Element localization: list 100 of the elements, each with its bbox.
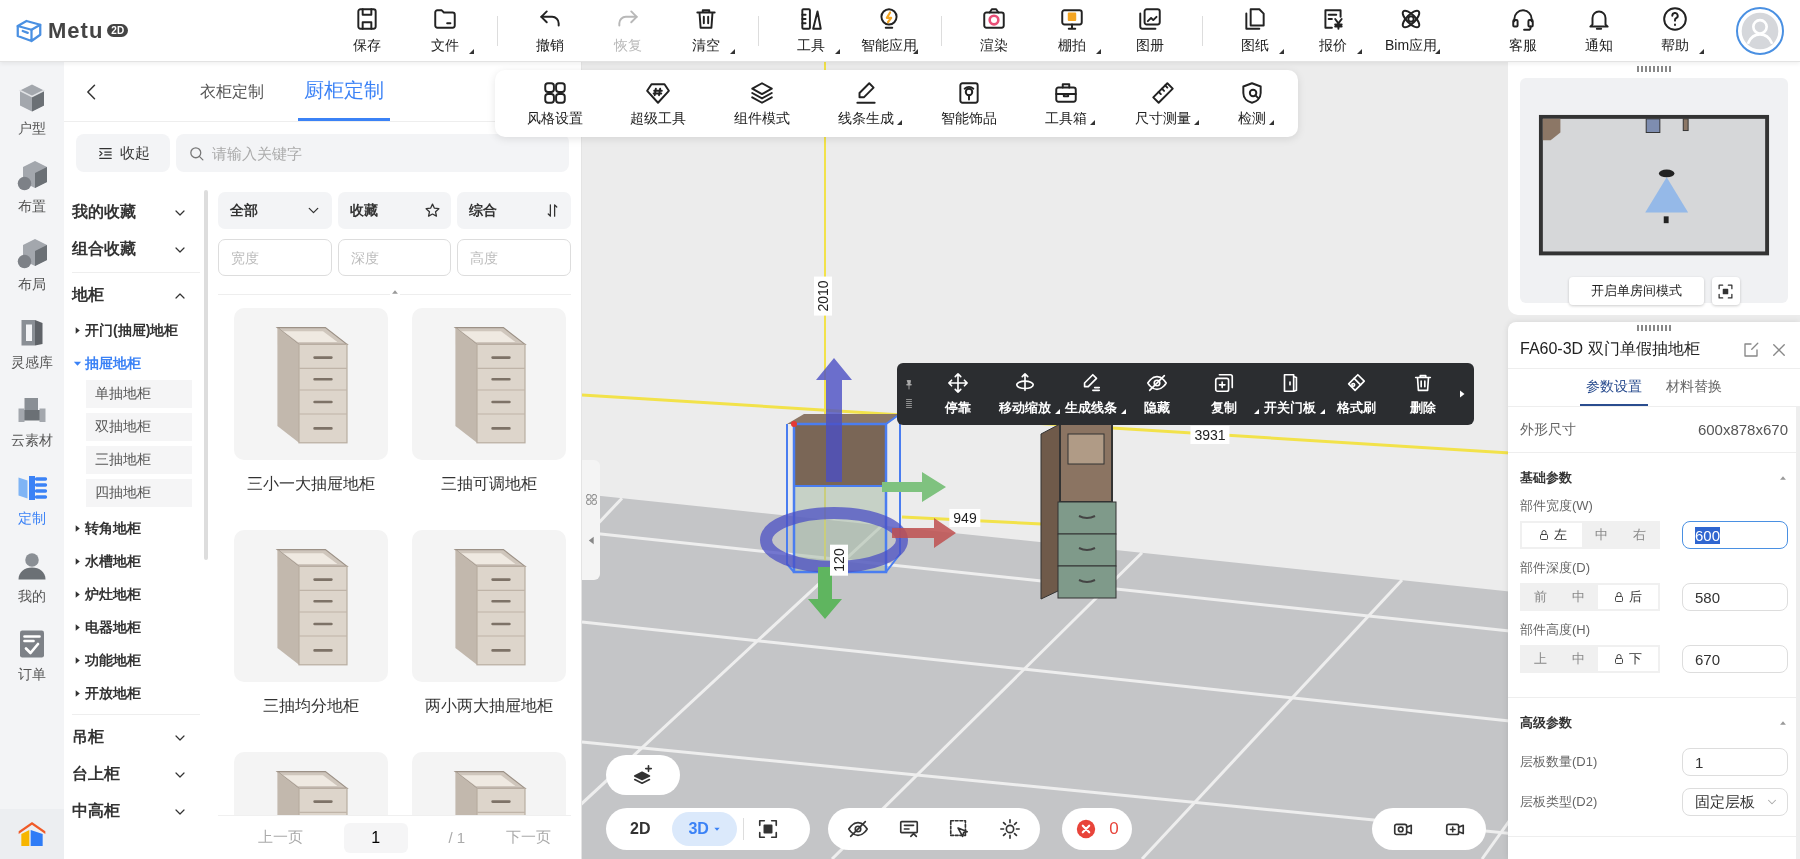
toolbar-button[interactable]: Bim应用 (1374, 4, 1448, 57)
toolbar-button[interactable]: 隐藏 (1124, 371, 1191, 417)
toolbar-button[interactable]: 开关门板 (1256, 371, 1324, 417)
view-mode-toggle[interactable]: 2D (614, 812, 667, 846)
document-stack-icon (1242, 6, 1268, 32)
sidebar-item[interactable]: 云素材 (0, 392, 64, 470)
panel-toggle-tab[interactable] (582, 460, 600, 580)
toolbar-button[interactable]: 组件模式 (726, 79, 799, 128)
sidebar-item[interactable]: 布局 (0, 236, 64, 314)
category-item[interactable]: 开放地柜 (72, 677, 141, 710)
segment-option[interactable]: 左 (1522, 523, 1583, 547)
product-thumbnail[interactable] (412, 308, 566, 460)
number-input[interactable]: 1 (1682, 748, 1788, 776)
category-item[interactable]: 转角地柜 (72, 512, 141, 545)
focus-frame-icon (756, 818, 779, 840)
toolbar-button[interactable]: 超级工具 (622, 79, 695, 128)
category-header[interactable]: 台上柜 (72, 756, 196, 793)
filter-dropdown[interactable]: 收藏 (337, 192, 452, 229)
add-layer-button[interactable] (606, 755, 680, 795)
number-input[interactable]: 580 (1682, 583, 1788, 611)
product-thumbnail[interactable] (412, 530, 566, 682)
subcategory-item[interactable]: 单抽地柜 (86, 380, 192, 408)
category-item[interactable]: 水槽地柜 (72, 545, 141, 578)
category-item[interactable]: 开门(抽屉)地柜 (72, 314, 179, 347)
toolbar-button[interactable]: 报价 (1296, 4, 1370, 57)
toolbar-button[interactable]: 风格设置 (518, 79, 591, 128)
fullscreen-button[interactable] (1711, 277, 1740, 305)
drag-grip[interactable] (1637, 325, 1671, 331)
page-input[interactable]: 1 (343, 822, 408, 853)
search-field[interactable]: 请输入关键字 (176, 134, 569, 172)
alignment-segmented-control[interactable]: 左 中 右 (1520, 521, 1660, 549)
tab[interactable]: 衣柜定制 (200, 62, 264, 121)
subcategory-item[interactable]: 四抽地柜 (86, 479, 192, 507)
size-input[interactable]: 宽度 (218, 239, 332, 276)
toolbar-button[interactable]: 图册 (1113, 4, 1187, 57)
subcategory-item[interactable]: 双抽地柜 (86, 413, 192, 441)
size-input[interactable]: 深度 (337, 239, 452, 276)
tab[interactable]: 材料替换 (1660, 369, 1728, 406)
product-thumbnail[interactable] (234, 308, 388, 460)
section-header[interactable]: 高级参数 (1520, 704, 1788, 742)
toolbar-button[interactable]: 客服 (1486, 4, 1560, 57)
toolbar-button[interactable]: 尺寸测量 (1126, 79, 1199, 128)
category-item[interactable]: 电器地柜 (72, 611, 141, 644)
alignment-segmented-control[interactable]: 前 中 后 (1520, 583, 1660, 611)
size-input[interactable]: 高度 (457, 239, 571, 276)
toolbar-button[interactable]: 帮助 (1638, 4, 1712, 57)
toolbar-button[interactable]: 检测 (1230, 79, 1275, 128)
scrollbar-thumb[interactable] (204, 190, 208, 560)
toolbar-button[interactable]: 移动缩放 (991, 371, 1058, 417)
segment-option[interactable]: 下 (1597, 647, 1658, 671)
sidebar-item[interactable]: 订单 (0, 626, 64, 704)
category-item[interactable]: 功能地柜 (72, 644, 141, 677)
segment-option[interactable]: 后 (1597, 585, 1658, 609)
filter-dropdown[interactable]: 全部 (218, 192, 332, 229)
avatar-button[interactable] (1736, 6, 1784, 55)
cabinet-drawing[interactable] (1040, 423, 1117, 600)
toolbar-button[interactable]: 撤销 (513, 4, 587, 57)
toolbar-button[interactable]: 智能应用 (852, 4, 926, 57)
toolbar-button[interactable]: 格式刷 (1323, 371, 1390, 417)
toolbar-button[interactable]: 文件 (408, 4, 482, 57)
toolbar-button[interactable]: 停靠 (925, 371, 992, 417)
drag-handle-icon[interactable] (903, 397, 915, 409)
subcategory-item[interactable]: 三抽地柜 (86, 446, 192, 474)
filter-dropdown[interactable]: 综合 (457, 192, 571, 229)
toolbar-button[interactable]: 智能饰品 (933, 79, 1006, 128)
toolbar-button[interactable]: 图纸 (1218, 4, 1292, 57)
alignment-segmented-control[interactable]: 上 中 下 (1520, 645, 1660, 673)
category-header[interactable]: 我的收藏 (72, 194, 196, 231)
drag-grip[interactable] (1637, 66, 1671, 72)
sidebar-item[interactable]: 灵感库 (0, 314, 64, 392)
toolbar-button[interactable]: 保存 (330, 4, 404, 57)
sidebar-item[interactable]: 户型 (0, 80, 64, 158)
category-header[interactable]: 吊柜 (72, 719, 196, 756)
category-item[interactable]: 抽屉地柜 (72, 347, 141, 380)
tab[interactable]: 厨柜定制 (298, 62, 390, 121)
select-field[interactable]: 固定层板 (1682, 788, 1788, 816)
toolbar-button[interactable]: 生成线条 (1057, 371, 1125, 417)
sidebar-item[interactable]: 布置 (0, 158, 64, 236)
section-header[interactable]: 基础参数 (1520, 459, 1788, 497)
toolbar-button[interactable]: 通知 (1562, 4, 1636, 57)
product-thumbnail[interactable] (234, 530, 388, 682)
category-header[interactable]: 中高柜 (72, 793, 196, 830)
number-input[interactable]: 670 (1682, 645, 1788, 673)
collapse-button[interactable]: 收起 (76, 134, 170, 172)
category-header[interactable]: 组合收藏 (72, 231, 196, 268)
toolbar-button[interactable]: 清空 (669, 4, 743, 57)
sidebar-item[interactable]: 我的 (0, 548, 64, 626)
tab[interactable]: 参数设置 (1580, 369, 1648, 406)
toolbar-button[interactable]: 复制 (1190, 371, 1257, 417)
number-input[interactable]: 600 (1682, 521, 1788, 549)
category-item[interactable]: 炉灶地柜 (72, 578, 141, 611)
room-mode-button[interactable]: 开启单房间模式 (1568, 277, 1704, 305)
toolbar-button[interactable]: 渲染 (957, 4, 1031, 57)
toolbar-button[interactable]: 线条生成 (829, 79, 902, 128)
toolbar-button[interactable]: 棚拍 (1035, 4, 1109, 57)
toolbar-button[interactable]: 工具箱 (1036, 79, 1095, 128)
category-header[interactable]: 地柜 (72, 277, 196, 314)
toolbar-button[interactable]: 工具 (774, 4, 848, 57)
toolbar-button[interactable]: 删除 (1389, 371, 1456, 417)
sidebar-item[interactable]: 定制 (0, 470, 64, 548)
